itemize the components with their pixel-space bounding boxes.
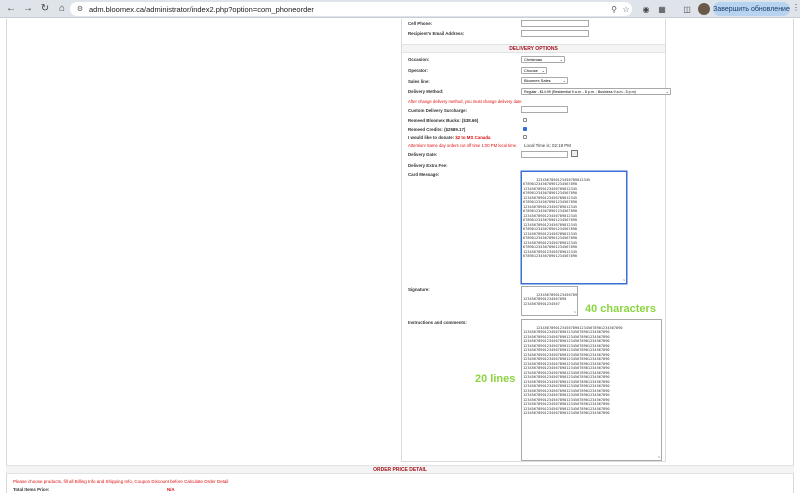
card-message-textarea[interactable]: 1234567890123456789012345 67890123456789… bbox=[521, 171, 627, 284]
occasion-label: Occasion: bbox=[408, 57, 430, 62]
instructions-label: Instructions and comments: bbox=[408, 320, 467, 325]
forward-icon[interactable]: → bbox=[21, 2, 35, 16]
resize-handle-icon[interactable]: ⇲ bbox=[623, 278, 625, 282]
method-change-note: After change delivery method, you must c… bbox=[408, 99, 522, 104]
recipient-email-label: Recipient's Email Address: bbox=[408, 31, 465, 36]
card-message-text: 1234567890123456789012345 67890123456789… bbox=[523, 177, 591, 259]
delivery-date-label: Delivery Date: bbox=[408, 152, 438, 157]
instructions-text: 1234567890123456789012345678901234567890… bbox=[523, 325, 623, 416]
donate-prefix: I would like to donate: bbox=[408, 135, 456, 140]
total-items-label: Total Items Price: bbox=[13, 487, 50, 492]
chevron-down-icon: ⌄ bbox=[559, 57, 563, 62]
order-price-header: ORDER PRICE DETAIL bbox=[6, 465, 794, 474]
chevron-down-icon: ⌄ bbox=[665, 89, 669, 94]
extension-icon[interactable]: ◉ bbox=[640, 3, 652, 15]
puzzle-icon[interactable]: ▦ bbox=[656, 3, 668, 15]
cell-phone-label: Cell Phone: bbox=[408, 21, 433, 26]
calendar-icon[interactable] bbox=[571, 150, 578, 157]
occasion-value: Christmas bbox=[524, 57, 543, 62]
signature-label: Signature: bbox=[408, 287, 430, 292]
delivery-date-field[interactable] bbox=[521, 151, 568, 158]
operator-value: Choose bbox=[524, 68, 538, 73]
address-bar[interactable]: ⚙ adm.bloomex.ca/administrator/index2.ph… bbox=[70, 2, 632, 16]
credits-label: Remeed Credits: ($2589.17) bbox=[408, 127, 466, 132]
credits-checkbox[interactable] bbox=[523, 127, 527, 131]
delivery-method-label: Delivery Method: bbox=[408, 89, 444, 94]
sidebar-icon[interactable]: ◫ bbox=[681, 3, 693, 15]
signature-textarea[interactable]: 12345678901234567890 1234567890123456789… bbox=[521, 286, 578, 316]
sales-line-value: Bloomex Sales bbox=[524, 78, 551, 83]
operator-select[interactable]: Choose ⌄ bbox=[521, 67, 547, 74]
sales-line-select[interactable]: Bloomex Sales ⌄ bbox=[521, 77, 568, 84]
local-time: Local Time is: 02:18 PM bbox=[524, 143, 571, 148]
surcharge-label: Custom Delivery Surcharge: bbox=[408, 108, 468, 113]
bookmark-star-icon[interactable]: ☆ bbox=[620, 5, 632, 14]
delivery-options-header: DELIVERY OPTIONS bbox=[402, 44, 665, 53]
reload-icon[interactable]: ↻ bbox=[38, 2, 52, 16]
delivery-method-select[interactable]: Regular - $14.99 (Residential 9 a.m. - 8… bbox=[521, 88, 671, 95]
total-items-value: N/A bbox=[167, 487, 175, 492]
order-note: Please choose products, fill all Billing… bbox=[13, 479, 229, 484]
extra-fee-label: Delivery Extra Fee: bbox=[408, 163, 448, 168]
menu-icon[interactable]: ⋮ bbox=[792, 3, 800, 12]
donate-amount: $2 to MS Canada bbox=[455, 135, 491, 140]
recipient-email-field[interactable] bbox=[521, 30, 589, 37]
sales-line-label: Sales line: bbox=[408, 79, 430, 84]
delivery-method-value: Regular - $14.99 (Residential 9 a.m. - 8… bbox=[524, 89, 636, 94]
occasion-select[interactable]: Christmas ⌄ bbox=[521, 56, 565, 63]
page-content: Cell Phone: Recipient's Email Address: D… bbox=[0, 19, 800, 493]
donate-checkbox[interactable] bbox=[523, 135, 527, 139]
back-icon[interactable]: ← bbox=[4, 2, 18, 16]
signature-text: 12345678901234567890 1234567890123456789… bbox=[523, 292, 578, 306]
url-text: adm.bloomex.ca/administrator/index2.php?… bbox=[89, 4, 314, 14]
chevron-down-icon: ⌄ bbox=[541, 68, 545, 73]
bucks-label: Remeed Bloomex Bucks: ($38.66) bbox=[408, 118, 479, 123]
annotation-lines: 20 lines bbox=[475, 373, 516, 385]
donate-label: I would like to donate: $2 to MS Canada bbox=[408, 135, 490, 140]
annotation-chars: 40 characters bbox=[585, 303, 656, 315]
chevron-down-icon: ⌄ bbox=[562, 78, 566, 83]
surcharge-field[interactable] bbox=[521, 106, 568, 113]
cell-phone-field[interactable] bbox=[521, 20, 589, 27]
browser-toolbar: ← → ↻ ⌂ ⚙ adm.bloomex.ca/administrator/i… bbox=[0, 0, 800, 18]
instructions-textarea[interactable]: 1234567890123456789012345678901234567890… bbox=[521, 319, 662, 461]
resize-handle-icon[interactable]: ⇲ bbox=[658, 455, 660, 459]
bucks-checkbox[interactable] bbox=[523, 118, 527, 122]
cutoff-note: Attention! Same day orders cut off time … bbox=[408, 143, 518, 148]
update-button[interactable]: Завершить обновление bbox=[713, 2, 790, 16]
zoom-icon[interactable]: ⚲ bbox=[608, 5, 620, 14]
page-frame bbox=[6, 19, 794, 493]
avatar[interactable] bbox=[698, 3, 710, 15]
operator-label: Operator: bbox=[408, 68, 429, 73]
delivery-panel: Cell Phone: Recipient's Email Address: D… bbox=[401, 19, 671, 462]
resize-handle-icon[interactable]: ⇲ bbox=[574, 310, 576, 314]
card-message-label: Card Message: bbox=[408, 172, 440, 177]
home-icon[interactable]: ⌂ bbox=[55, 2, 69, 16]
site-info-icon[interactable]: ⚙ bbox=[75, 4, 85, 14]
